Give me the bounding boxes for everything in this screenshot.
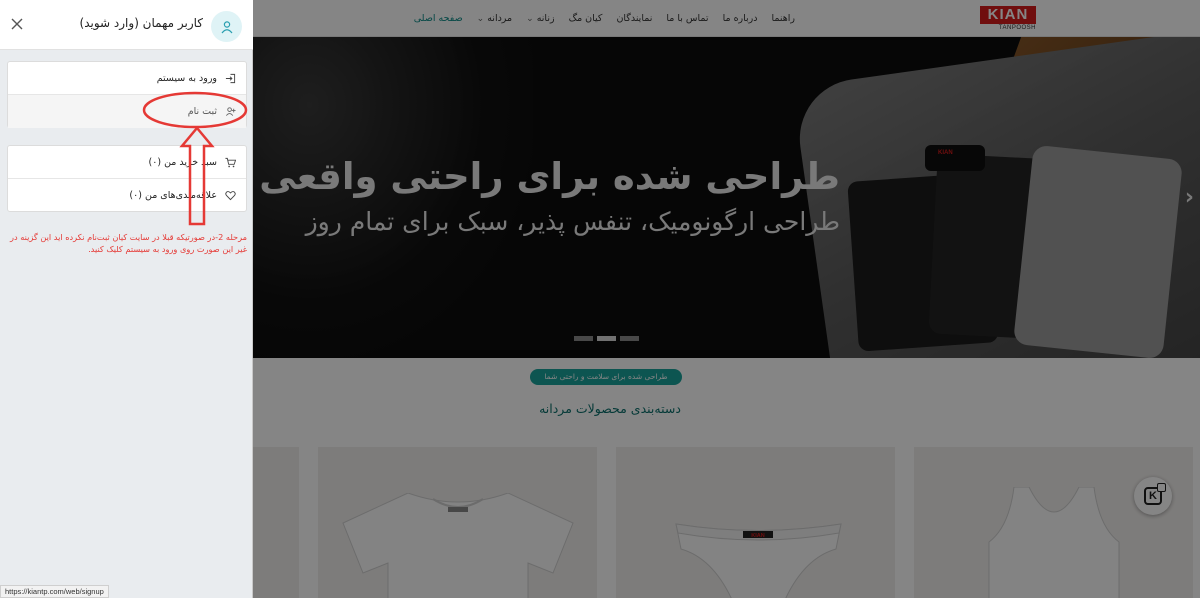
signup-instruction-note: مرحله 2-در صورتیکه قبلا در سایت کیان ثبت… [10,232,247,254]
wishlist-menu-item[interactable]: علاقه‌مندی‌های من (۰) [8,179,246,212]
add-user-icon [226,107,236,116]
login-label: ورود به سیستم [156,72,217,84]
cart-menu-item[interactable]: سبد خرید من (۰) [8,146,246,179]
signup-label: ثبت نام [187,106,217,117]
account-menu: ورود به سیستم ثبت نام [7,61,247,128]
modal-overlay[interactable] [253,0,1200,598]
login-menu-item[interactable]: ورود به سیستم [8,62,246,95]
guest-user-name[interactable]: کاربر مهمان (وارد شوید) [80,16,203,30]
cart-label: سبد خرید من (۰) [148,156,217,168]
signup-menu-item[interactable]: ثبت نام [8,95,246,128]
avatar[interactable] [211,11,242,42]
drawer-header: کاربر مهمان (وارد شوید) [0,0,253,50]
heart-icon [225,191,236,201]
status-bar-url: https://kiantp.com/web/signup [0,585,109,598]
login-icon [225,73,236,83]
shopping-menu: سبد خرید من (۰) علاقه‌مندی‌های من (۰) [7,145,247,212]
side-drawer: کاربر مهمان (وارد شوید) ورود به سیستم ثب… [0,0,253,598]
close-icon[interactable] [9,16,25,32]
cart-icon [225,157,236,167]
user-icon [221,20,232,33]
wishlist-label: علاقه‌مندی‌های من (۰) [129,190,217,201]
